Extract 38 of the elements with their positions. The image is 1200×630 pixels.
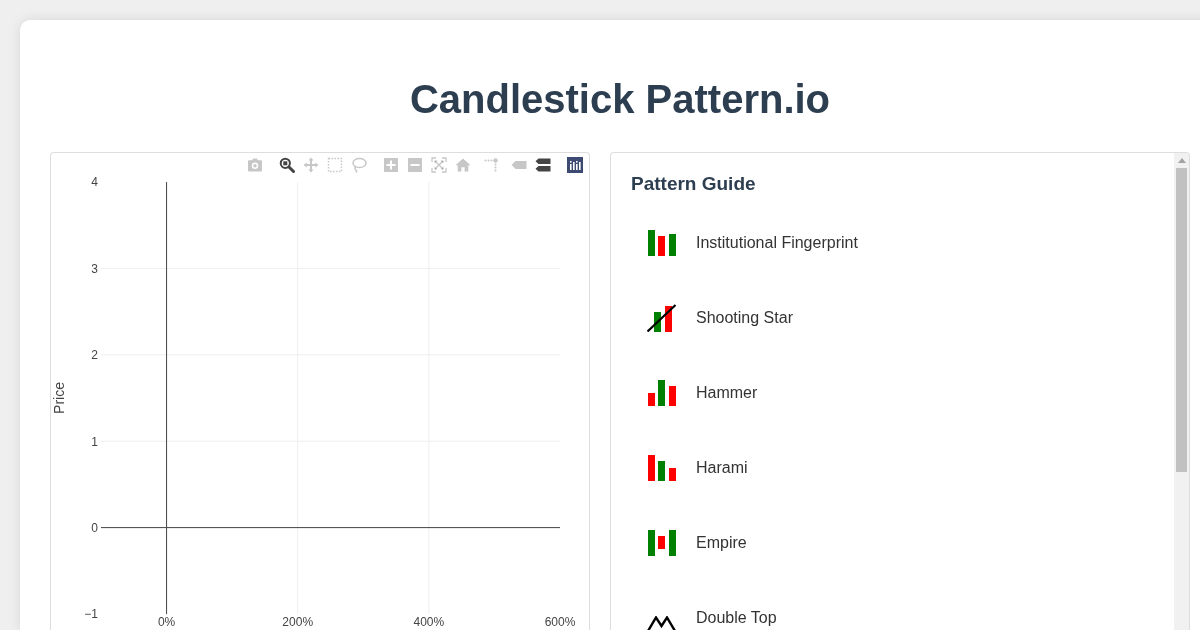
candlestick-bars-icon [647, 529, 677, 557]
y-tick-label: 1 [91, 434, 98, 449]
y-tick-label: 4 [91, 175, 98, 190]
page-title: Candlestick Pattern.io [408, 76, 832, 122]
scrollbar[interactable] [1174, 153, 1189, 630]
x-tick-label: 0% [157, 615, 176, 629]
lasso-icon [351, 157, 367, 173]
y-axis-title: Price [51, 382, 67, 414]
magnifier-icon [279, 157, 295, 173]
y-tick-label: −1 [84, 607, 98, 622]
pattern-name: Harami [696, 457, 748, 478]
scroll-up-arrow-icon[interactable] [1177, 158, 1186, 163]
y-tick-label: 0 [91, 520, 98, 535]
pattern-name: Shooting Star [696, 307, 793, 328]
candlestick-bars-icon [647, 229, 677, 257]
x-tick-label: 200% [282, 615, 314, 629]
move-arrows-icon [303, 157, 319, 173]
pattern-name: Double Top [696, 607, 777, 628]
candlestick-bars-icon [647, 454, 677, 482]
dashed-square-icon [327, 157, 343, 173]
x-tick-label: 600% [544, 615, 576, 629]
pattern-name: Hammer [696, 382, 758, 403]
y-tick-label: 3 [91, 261, 98, 276]
zigzag-line-icon [647, 616, 677, 630]
candlestick-bars-icon [647, 379, 677, 407]
spike-lines-icon [484, 157, 500, 173]
x-tick-label: 400% [413, 615, 445, 629]
double-tag-icon [535, 157, 551, 173]
camera-icon [247, 157, 263, 173]
scrollbar-thumb[interactable] [1176, 168, 1187, 472]
y-tick-label: 2 [91, 348, 98, 363]
pattern-name: Institutional Fingerprint [696, 232, 858, 253]
pattern-name: Empire [696, 532, 747, 553]
panel-heading: Pattern Guide [631, 172, 757, 195]
chart-logo-icon[interactable] [567, 157, 583, 173]
expand-corners-icon [431, 157, 447, 173]
candles-with-line-icon [647, 304, 677, 332]
home-icon [455, 157, 471, 173]
